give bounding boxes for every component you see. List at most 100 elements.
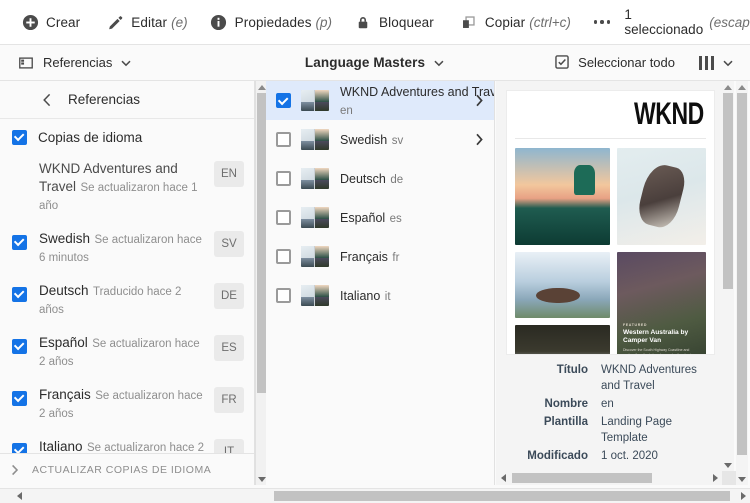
language-copy-row[interactable]: Deutsch Traducido hace 2 años DE [0,273,254,325]
preview-image-mountain [515,252,610,318]
scrollbar-thumb[interactable] [723,93,733,289]
featured-title: Western Australia by Camper Van [623,329,689,344]
column-view-button[interactable] [695,53,738,73]
preview-image-skater [617,148,706,245]
scroll-left-arrow-icon[interactable] [496,471,510,485]
property-value: en [601,398,614,410]
list-item-meta: Deutsch de [340,170,472,188]
scrollbar-thumb[interactable] [274,491,730,501]
lock-button[interactable]: Bloquear [345,6,447,38]
row-text: Deutsch Traducido hace 2 años [39,282,206,318]
scroll-up-arrow-icon[interactable] [736,81,748,93]
language-copy-row[interactable]: Français Se actualizaron hace 2 años FR [0,377,254,429]
update-language-copies-label: ACTUALIZAR COPIAS DE IDIOMA [32,463,212,476]
language-copy-row[interactable]: Swedish Se actualizaron hace 6 minutos S… [0,221,254,273]
select-all-button[interactable]: Seleccionar todo [548,51,681,74]
language-copy-checkbox[interactable] [12,390,27,406]
preview-image-skatepark [515,148,610,245]
property-row: Nombre en [496,396,702,412]
row-checkbox-slot [12,334,28,354]
language-copy-checkbox[interactable] [12,234,27,250]
language-masters-selector[interactable]: Language Masters [299,52,451,73]
plus-circle-icon [21,13,39,31]
language-code-badge: SV [214,231,244,257]
scrollbar-thumb[interactable] [512,473,652,483]
language-copy-checkbox[interactable] [12,338,27,354]
language-masters-column: WKND Adventures and Travel en Swedish sv [266,81,495,485]
page-thumbnail [301,285,329,306]
list-item-code: it [384,290,391,303]
list-item-code: sv [391,134,404,147]
preview-inner-scrollbar[interactable] [722,81,734,471]
list-item-code: de [390,173,404,186]
page-properties-list: Título WKND Adventures and Travel Nombre… [496,362,712,466]
featured-kicker: FEATURED [623,323,648,327]
list-item-checkbox[interactable] [276,93,291,108]
language-masters-label: Language Masters [304,55,426,70]
scrollbar-thumb[interactable] [737,93,747,455]
language-copy-manager-app: Crear Editar (e) Propiedades (p) Bloquea… [0,0,750,503]
chevron-down-icon [120,57,132,69]
property-row: Modificado 1 oct. 2020 [496,448,702,464]
row-checkbox-slot [12,386,28,406]
preview-horizontal-scrollbar[interactable] [496,471,722,485]
references-view-label: Referencias [43,55,113,70]
list-item[interactable]: Italiano it [266,276,494,315]
preview-outer-scrollbar[interactable] [736,81,748,485]
language-copy-row[interactable]: WKND Adventures and Travel Se actualizar… [0,151,254,221]
property-value: WKND Adventures and Travel [601,364,697,392]
list-item-checkbox[interactable] [276,171,291,186]
references-view-selector[interactable]: Referencias [12,51,138,74]
property-row: Título WKND Adventures and Travel [496,362,702,394]
language-copies-group-row[interactable]: Copias de idioma [0,123,254,151]
list-item-checkbox[interactable] [276,288,291,303]
scroll-down-arrow-icon[interactable] [736,473,748,485]
list-item[interactable]: Español es [266,198,494,237]
properties-button[interactable]: Propiedades (p) [201,6,341,38]
more-actions-button[interactable] [584,6,621,38]
list-item-title: Swedish [340,132,388,147]
list-item-title: Italiano [340,288,381,303]
list-item-checkbox[interactable] [276,210,291,225]
list-item-title: Français [340,249,388,264]
row-checkbox-slot [12,282,28,302]
edit-button[interactable]: Editar (e) [97,6,196,38]
list-item-meta: Swedish sv [340,131,472,149]
scroll-up-arrow-icon[interactable] [722,81,734,93]
property-value: 1 oct. 2020 [601,450,658,462]
language-copy-row[interactable]: Español Se actualizaron hace 2 años ES [0,325,254,377]
back-chevron-icon[interactable] [30,85,64,115]
scroll-down-arrow-icon[interactable] [722,459,734,471]
scrollbar-track[interactable] [510,471,708,485]
scrollbar-track[interactable] [26,489,736,503]
list-item[interactable]: Deutsch de [266,159,494,198]
scroll-left-arrow-icon[interactable] [12,489,26,503]
wknd-wordmark: WKND [634,96,704,132]
create-button[interactable]: Crear [12,6,93,38]
language-copy-checkbox[interactable] [12,286,27,302]
copy-button[interactable]: Copiar (ctrl+c) [451,6,580,38]
property-key: Plantilla [543,416,588,428]
list-item[interactable]: WKND Adventures and Travel en [266,81,494,120]
scroll-right-arrow-icon[interactable] [736,489,750,503]
view-toolbar: Referencias Language Masters Seleccionar… [0,45,750,81]
update-language-copies-section[interactable]: ACTUALIZAR COPIAS DE IDIOMA [0,453,254,485]
list-item-checkbox[interactable] [276,132,291,147]
selection-status: 1 seleccionado (escape) [624,7,750,37]
list-item[interactable]: Français fr [266,237,494,276]
chevron-right-icon[interactable] [472,94,486,107]
window-horizontal-scrollbar[interactable] [0,488,750,503]
list-item[interactable]: Swedish sv [266,120,494,159]
list-item-code: en [340,104,353,117]
properties-button-label: Propiedades [234,14,312,30]
chevron-right-icon[interactable] [472,133,486,146]
language-copy-name: Deutsch [39,283,89,298]
scroll-right-arrow-icon[interactable] [708,471,722,485]
list-item-checkbox[interactable] [276,249,291,264]
preview-image-dusk [515,325,610,354]
language-copies-list: Copias de idioma WKND Adventures and Tra… [0,119,254,481]
row-text: Español Se actualizaron hace 2 años [39,334,206,370]
language-copies-group-label: Copias de idioma [38,129,143,145]
select-all-label: Seleccionar todo [578,55,675,70]
language-copies-group-checkbox[interactable] [12,129,27,145]
